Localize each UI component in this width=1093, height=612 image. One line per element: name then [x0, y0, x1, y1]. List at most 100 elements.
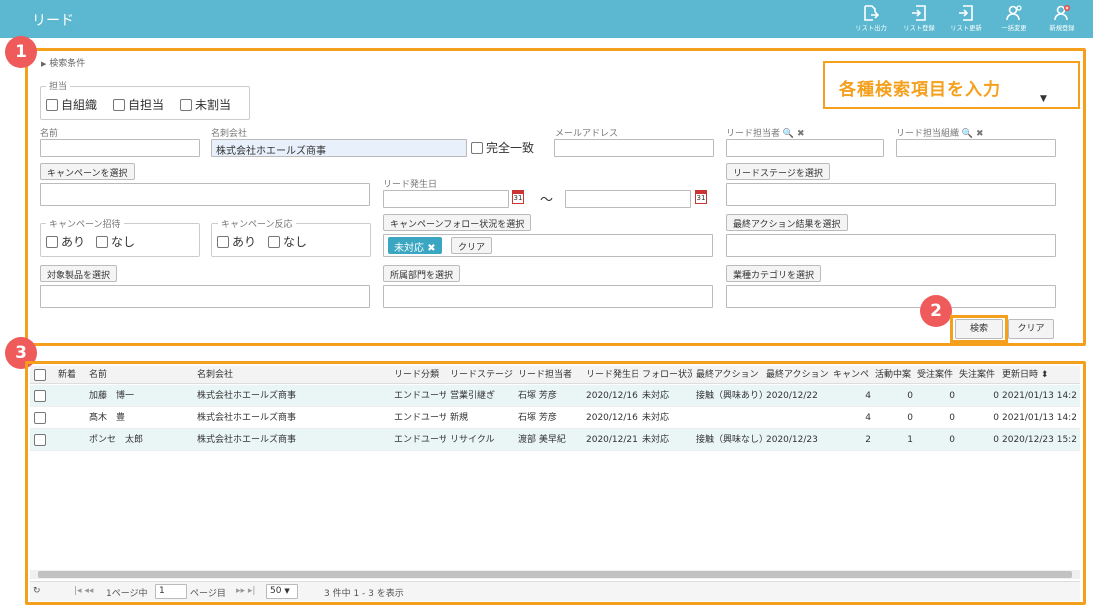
table-row[interactable]: ポンセ 太郎 株式会社ホエールズ商事 エンドユーザ リサイクル 渡部 美早紀 2020/1… — [30, 429, 1080, 451]
exact-match-checkbox[interactable]: 完全一致 — [471, 139, 534, 156]
lead-stage-input[interactable] — [726, 183, 1056, 206]
column-header[interactable]: 最終アクション — [696, 366, 762, 384]
clear-x-icon[interactable]: ✖ — [797, 129, 805, 139]
export-list-label: リスト出力 — [855, 24, 887, 32]
search-icon[interactable]: 🔍 — [783, 129, 794, 139]
table-cell: 2021/01/13 14:2 — [1002, 413, 1077, 423]
table-cell: 2020/12/16 — [586, 391, 638, 401]
refresh-icon[interactable]: ↻ — [33, 586, 41, 596]
lead-stage-select-button[interactable]: リードステージを選択 — [726, 163, 830, 180]
table-cell: エンドユーザ — [394, 435, 446, 445]
grid-header: 新着 名前 名刺会社 リード分類 リードステージ リード担当者 リード発生日 フ… — [30, 366, 1080, 384]
column-header[interactable]: 活動中案 — [875, 366, 913, 384]
lead-owner-input[interactable] — [726, 139, 884, 157]
table-cell: 営業引継ぎ — [450, 391, 496, 401]
column-header[interactable]: 名刺会社 — [197, 366, 392, 384]
lead-owner-label: リード担当者 🔍 ✖ — [726, 129, 805, 139]
email-input[interactable] — [554, 139, 714, 157]
column-header[interactable]: 失注案件 — [959, 366, 999, 384]
column-header[interactable]: 新着 — [58, 366, 84, 384]
per-page-select[interactable]: 50 ▼ — [266, 584, 298, 599]
department-select-button[interactable]: 所属部門を選択 — [383, 265, 461, 282]
column-header[interactable]: 名前 — [89, 366, 194, 384]
table-cell: 0 — [949, 413, 955, 423]
campaign-follow-select-button[interactable]: キャンペーンフォロー状況を選択 — [383, 214, 532, 231]
new-register-button[interactable]: 新規登録 — [1039, 4, 1085, 36]
lead-org-label: リード担当組織 🔍 ✖ — [896, 129, 984, 139]
scroll-thumb[interactable] — [38, 571, 1072, 578]
new-register-label: 新規登録 — [1049, 24, 1075, 32]
own-charge-checkbox[interactable]: 自担当 — [113, 96, 164, 113]
search-icon[interactable]: 🔍 — [962, 129, 973, 139]
calendar-icon[interactable]: 31 — [512, 190, 524, 204]
lead-date-to-input[interactable] — [565, 190, 691, 208]
table-cell: ポンセ 太郎 — [89, 435, 144, 445]
table-cell: 株式会社ホエールズ商事 — [197, 391, 297, 401]
owner-legend: 担当 — [46, 79, 71, 92]
search-button[interactable]: 検索 — [955, 319, 1003, 339]
industry-input[interactable] — [726, 285, 1056, 308]
table-cell: 2020/12/23 — [766, 435, 818, 445]
last-action-select-button[interactable]: 最終アクション結果を選択 — [726, 214, 848, 231]
calendar-icon[interactable]: 31 — [695, 190, 707, 204]
row-checkbox[interactable] — [34, 434, 49, 447]
product-input[interactable] — [40, 285, 370, 308]
company-input[interactable]: 株式会社ホエールズ商事 — [211, 139, 467, 157]
column-header[interactable]: リード担当者 — [518, 366, 583, 384]
table-cell: 0 — [993, 391, 999, 401]
column-header[interactable]: キャンペ — [833, 366, 871, 384]
response-no-checkbox[interactable]: なし — [268, 233, 307, 250]
lead-date-from-input[interactable] — [383, 190, 509, 208]
response-yes-checkbox[interactable]: あり — [217, 233, 256, 250]
row-checkbox[interactable] — [34, 390, 49, 403]
app-header: リード リスト出力 リスト登録 リスト更新 一括変更 新規登録 — [0, 0, 1093, 38]
table-row[interactable]: 加藤 博一 株式会社ホエールズ商事 エンドユーザ 営業引継ぎ 石塚 芳彦 2020/12/… — [30, 385, 1080, 407]
horizontal-scrollbar[interactable] — [30, 570, 1080, 579]
table-cell — [766, 407, 830, 429]
last-action-input[interactable] — [726, 234, 1056, 257]
column-header[interactable]: フォロー状況 — [642, 366, 692, 384]
column-header[interactable]: 最終アクション — [766, 366, 830, 384]
table-cell: エンドユーザ — [394, 413, 446, 423]
table-cell: 0 — [993, 435, 999, 445]
page-number-input[interactable]: 1 — [155, 584, 187, 599]
department-input[interactable] — [383, 285, 713, 308]
register-list-button[interactable]: リスト登録 — [896, 4, 942, 36]
table-cell: 2020/12/16 — [586, 413, 638, 423]
select-all-checkbox[interactable] — [34, 369, 49, 382]
select-chevron-icon[interactable]: ▼ — [1040, 94, 1047, 104]
last-page-icon[interactable]: ▸▸ ▸| — [236, 586, 255, 596]
name-input[interactable] — [40, 139, 200, 157]
bulk-change-button[interactable]: 一括変更 — [991, 4, 1037, 36]
follow-status-tag[interactable]: 未対応 ✖ — [388, 237, 442, 254]
follow-clear-button[interactable]: クリア — [451, 237, 493, 254]
table-row[interactable]: 髙木 豊 株式会社ホエールズ商事 エンドユーザ 新規 石塚 芳彦 2020/12/16 未対… — [30, 407, 1080, 429]
column-header[interactable]: リードステージ — [450, 366, 514, 384]
clear-x-icon[interactable]: ✖ — [976, 129, 984, 139]
remove-tag-icon[interactable]: ✖ — [427, 243, 435, 254]
unassigned-checkbox[interactable]: 未割当 — [180, 96, 231, 113]
product-select-button[interactable]: 対象製品を選択 — [40, 265, 118, 282]
table-cell: 株式会社ホエールズ商事 — [197, 435, 297, 445]
collapse-arrow-icon: ▶ — [41, 60, 47, 68]
table-cell: 未対応 — [642, 413, 670, 423]
update-list-button[interactable]: リスト更新 — [943, 4, 989, 36]
invite-yes-checkbox[interactable]: あり — [46, 233, 85, 250]
column-header[interactable]: リード分類 — [394, 366, 446, 384]
export-list-button[interactable]: リスト出力 — [848, 4, 894, 36]
row-checkbox[interactable] — [34, 412, 49, 425]
search-title[interactable]: ▶ 検索条件 — [41, 56, 85, 69]
lead-org-input[interactable] — [896, 139, 1056, 157]
own-org-checkbox[interactable]: 自組織 — [46, 96, 97, 113]
table-cell: 2020/12/21 — [586, 435, 638, 445]
column-header-updated[interactable]: 更新日時 ⬍ — [1002, 366, 1080, 384]
first-page-icon[interactable]: |◂ ◂◂ — [74, 586, 93, 596]
campaign-input[interactable] — [40, 183, 370, 206]
column-header[interactable]: リード発生日 — [586, 366, 638, 384]
campaign-select-button[interactable]: キャンペーンを選択 — [40, 163, 135, 180]
clear-button[interactable]: クリア — [1008, 319, 1054, 339]
pager: ↻ |◂ ◂◂ 1ページ中 1 ページ目 ▸▸ ▸| 50 ▼ 3 件中 1 -… — [30, 581, 1080, 601]
invite-no-checkbox[interactable]: なし — [96, 233, 135, 250]
industry-select-button[interactable]: 業種カテゴリを選択 — [726, 265, 822, 282]
column-header[interactable]: 受注案件 — [917, 366, 955, 384]
